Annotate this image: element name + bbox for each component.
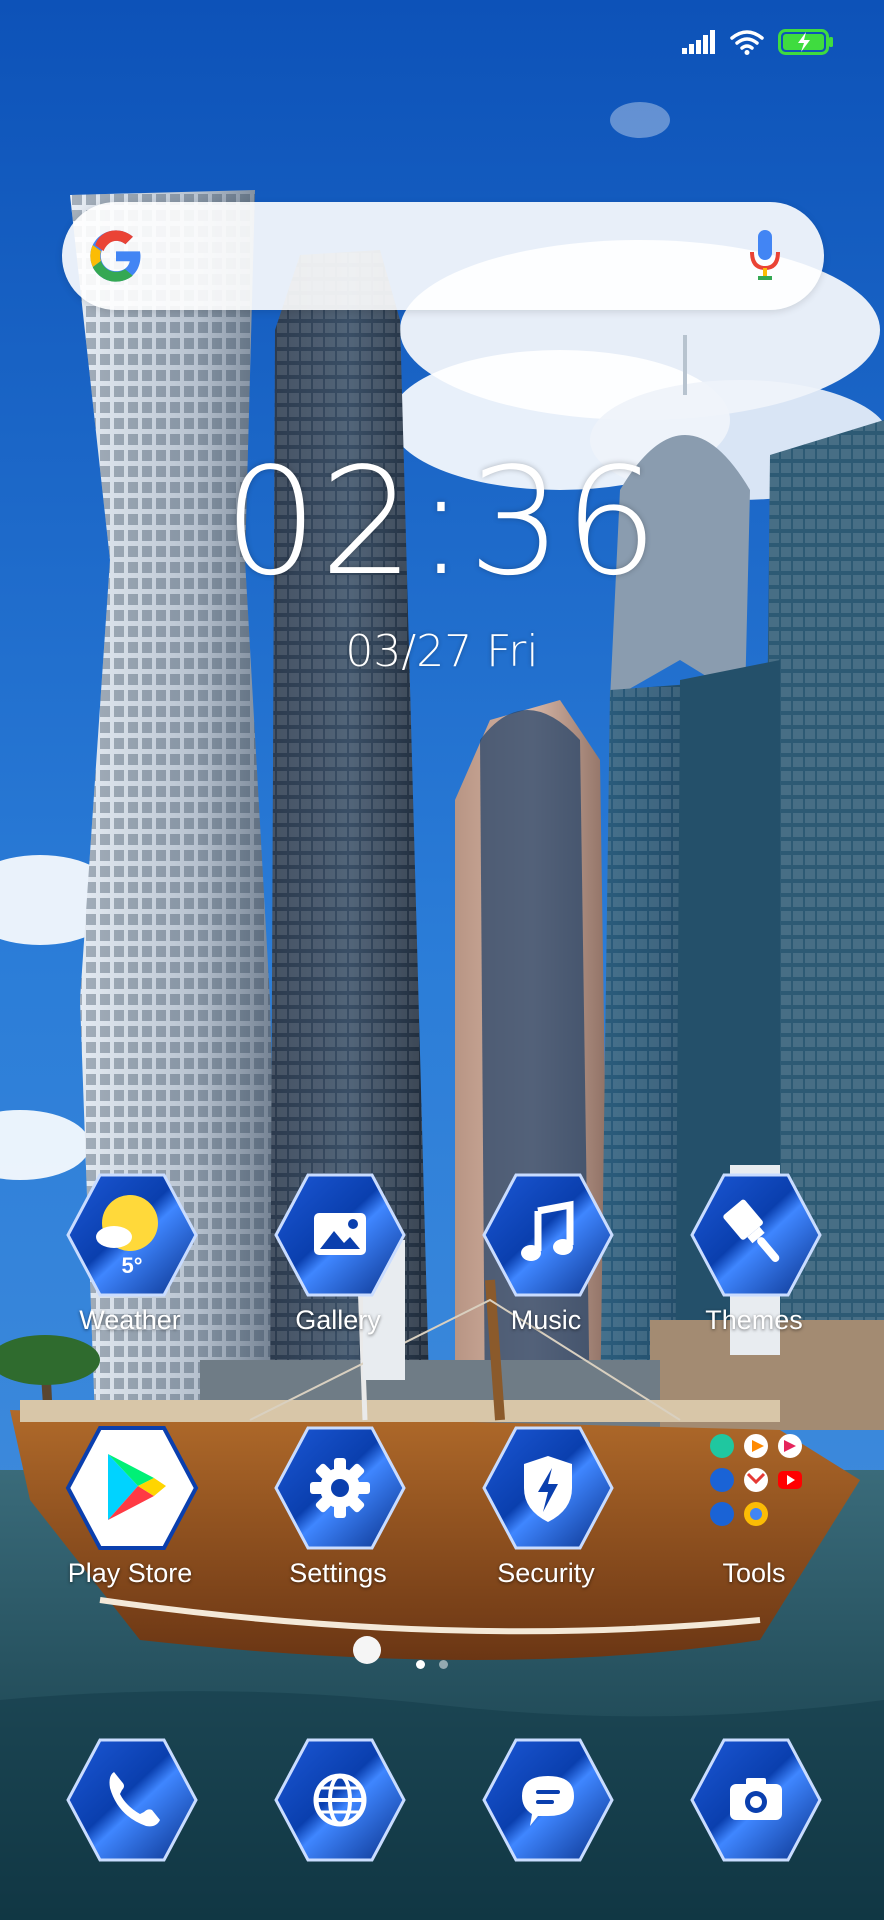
paintbrush-icon (723, 1199, 780, 1262)
app-security[interactable] (478, 1418, 618, 1558)
dock-phone[interactable] (62, 1730, 202, 1870)
app-label-security: Security (497, 1558, 595, 1588)
app-label-play-store: Play Store (67, 1558, 193, 1588)
weather-sun-icon (96, 1195, 158, 1251)
app-label-weather: Weather (79, 1305, 181, 1335)
page-dot-1 (416, 1660, 425, 1669)
app-weather[interactable]: 5° (62, 1165, 202, 1305)
app-label-settings: Settings (289, 1558, 387, 1588)
app-settings[interactable] (270, 1418, 410, 1558)
play-store-icon (108, 1454, 166, 1520)
app-play-store[interactable] (62, 1418, 202, 1558)
app-themes[interactable] (686, 1165, 826, 1305)
gear-icon (310, 1458, 370, 1518)
clock-time[interactable]: 02:36 (0, 448, 884, 596)
browser-globe-icon (313, 1773, 367, 1827)
battery-charging-icon (778, 29, 833, 55)
signal-icon (682, 30, 715, 54)
folder-grid-icon (710, 1434, 802, 1526)
clock-date[interactable]: 03/27 Fri (0, 626, 884, 677)
phone-icon (109, 1772, 160, 1827)
app-gallery[interactable] (270, 1165, 410, 1305)
gallery-icon (314, 1213, 366, 1255)
weather-temperature: 5° (121, 1253, 143, 1278)
status-bar (682, 22, 834, 62)
music-note-icon (521, 1200, 574, 1261)
shield-icon (524, 1456, 572, 1522)
microphone-icon[interactable] (748, 226, 782, 286)
app-label-themes: Themes (705, 1305, 803, 1335)
page-dot-2 (439, 1660, 448, 1669)
app-label-tools: Tools (722, 1558, 786, 1588)
wifi-icon (730, 30, 764, 55)
dock-messages[interactable] (478, 1730, 618, 1870)
camera-icon (730, 1778, 782, 1820)
dock-camera[interactable] (686, 1730, 826, 1870)
dock-browser[interactable] (270, 1730, 410, 1870)
page-indicator (416, 1660, 448, 1669)
messages-icon (522, 1776, 574, 1826)
app-label-music: Music (510, 1305, 582, 1335)
app-tools-folder[interactable] (686, 1418, 826, 1558)
google-logo-icon (90, 230, 141, 282)
google-search-bar[interactable] (62, 202, 824, 310)
app-label-gallery: Gallery (295, 1305, 381, 1335)
app-music[interactable] (478, 1165, 618, 1305)
